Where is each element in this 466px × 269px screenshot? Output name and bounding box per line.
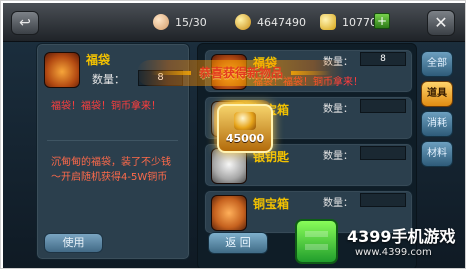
detail-quantity-label: 数量： [92, 73, 125, 86]
game-inventory-screen: ↩ 15/30 4647490 107703 + ✕ 福袋 数量： 福袋！福袋！… [3, 3, 465, 268]
list-item-quantity-label: 数量： [323, 104, 353, 115]
list-item-quantity-value [360, 193, 406, 207]
reward-item[interactable]: 45000 [217, 104, 273, 153]
back-button[interactable]: ↩ [11, 11, 39, 35]
tab-consumables[interactable]: 消耗 [421, 111, 453, 137]
coin-icon [235, 14, 251, 30]
reward-banner-text: 恭喜获得新物品 [198, 66, 283, 80]
stamina-stat: 15/30 [153, 12, 207, 32]
logo-text: 4399手机游戏 [347, 227, 456, 246]
tab-items[interactable]: 道具 [421, 81, 453, 107]
stamina-value: 15/30 [175, 15, 207, 29]
reward-amount: 45000 [225, 132, 265, 145]
tab-all[interactable]: 全部 [421, 51, 453, 77]
coins-value: 4647490 [257, 15, 306, 29]
detail-effect: 福袋！福袋！铜币拿来！ [51, 101, 161, 112]
coins-stat: 4647490 [235, 12, 306, 32]
screenshot-frame: ↩ 15/30 4647490 107703 + ✕ 福袋 数量： 福袋！福袋！… [0, 0, 466, 269]
tab-materials[interactable]: 材料 [421, 141, 453, 167]
top-bar: ↩ 15/30 4647490 107703 + ✕ [3, 3, 465, 42]
list-item-quantity-value: 8 [360, 52, 406, 66]
list-item-quantity-label: 数量： [323, 151, 353, 162]
coin-icon [234, 112, 256, 130]
copper-chest-icon [211, 195, 247, 231]
back-arrow-icon: ↩ [19, 15, 31, 31]
close-button[interactable]: ✕ [427, 10, 455, 36]
gold-icon [320, 14, 336, 30]
logo-url: www.4399.com [355, 247, 432, 258]
close-icon: ✕ [434, 13, 448, 32]
game-logo-mark [295, 219, 338, 264]
detail-title: 福袋 [86, 53, 111, 67]
detail-description: 沉甸甸的福袋，装了不少钱～开启随机获得4-5W铜币 [51, 157, 171, 183]
silver-key-icon [211, 148, 247, 184]
lucky-bag-icon [44, 52, 80, 88]
return-button[interactable]: 返 回 [208, 232, 268, 254]
use-button[interactable]: 使用 [44, 233, 103, 253]
reward-banner: 恭喜获得新物品 [137, 60, 345, 86]
list-item-quantity-label: 数量： [323, 198, 353, 209]
plus-icon: + [376, 14, 388, 28]
detail-divider [47, 140, 178, 141]
list-item-quantity-value [360, 99, 406, 113]
stamina-icon [153, 14, 169, 30]
list-item-name: 铜宝箱 [253, 197, 290, 211]
list-item-quantity-value [360, 146, 406, 160]
add-gold-button[interactable]: + [374, 13, 390, 29]
